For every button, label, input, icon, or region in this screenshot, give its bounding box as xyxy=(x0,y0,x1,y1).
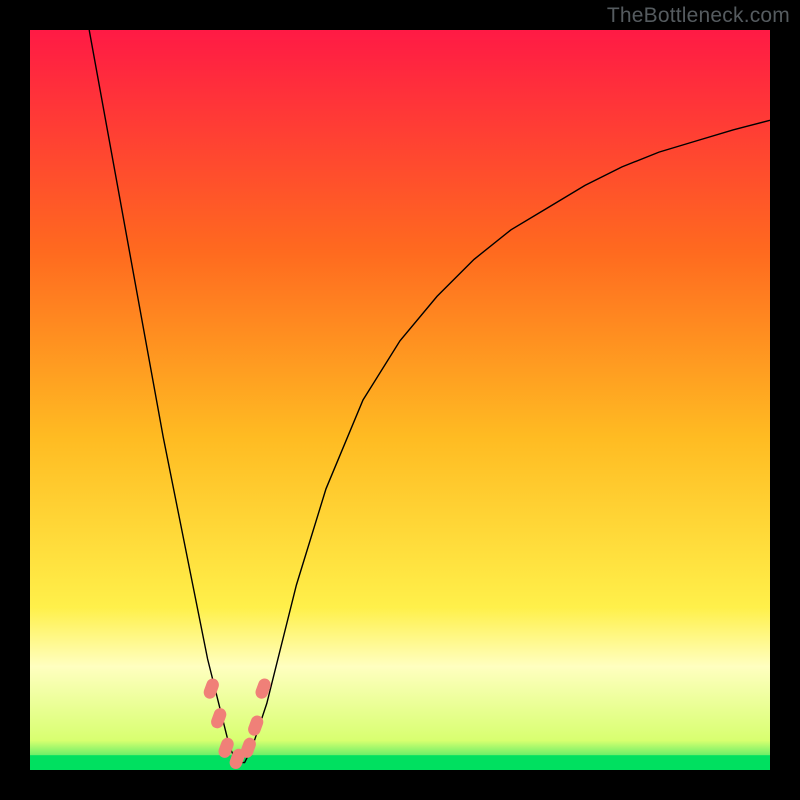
bottleneck-chart xyxy=(30,30,770,770)
watermark-text: TheBottleneck.com xyxy=(607,4,790,28)
good-zone-band xyxy=(30,755,770,770)
app-frame: TheBottleneck.com xyxy=(0,0,800,800)
plot-area xyxy=(30,30,770,770)
gradient-background xyxy=(30,30,770,770)
